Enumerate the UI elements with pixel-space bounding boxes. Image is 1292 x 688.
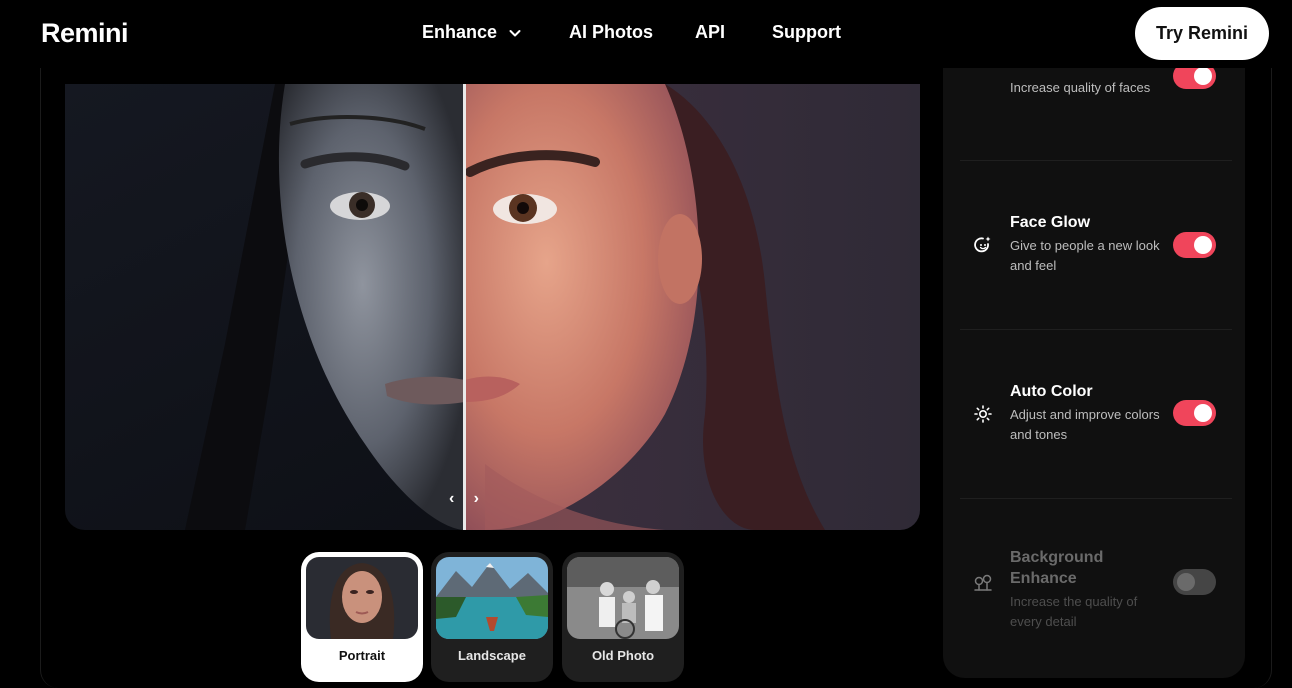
background-enhance-toggle[interactable] xyxy=(1173,569,1216,595)
chevron-right-icon: › xyxy=(473,490,479,507)
before-after-comparison[interactable]: ‹ › xyxy=(65,84,920,530)
sun-icon xyxy=(974,405,992,423)
feature-face-enhance: Increase quality of faces xyxy=(943,68,1245,160)
auto-color-toggle[interactable] xyxy=(1173,400,1216,426)
feature-description: Adjust and improve colors and tones xyxy=(1010,407,1160,442)
portrait-thumbnail-image xyxy=(306,557,418,639)
feature-description: Increase the quality of every detail xyxy=(1010,594,1138,629)
toggle-knob xyxy=(1194,236,1212,254)
chevron-down-icon xyxy=(509,29,521,36)
feature-title: Background Enhance xyxy=(1010,549,1104,587)
sparkle-circle-icon xyxy=(974,236,991,253)
old-photo-thumbnail-image xyxy=(567,557,679,639)
nav-ai-photos-link[interactable]: AI Photos xyxy=(569,22,653,43)
face-glow-toggle[interactable] xyxy=(1173,232,1216,258)
thumbnail-old-photo[interactable]: Old Photo xyxy=(562,552,684,682)
toggle-knob xyxy=(1177,573,1195,591)
face-enhance-toggle[interactable] xyxy=(1173,68,1216,89)
portrait-image xyxy=(65,84,920,530)
feature-auto-color: Auto Color Adjust and improve colors and… xyxy=(943,330,1245,498)
try-remini-button[interactable]: Try Remini xyxy=(1135,7,1269,60)
nav-api-link[interactable]: API xyxy=(695,22,725,43)
thumbnail-label: Portrait xyxy=(338,648,386,663)
feature-title: Face Glow xyxy=(1010,214,1091,231)
remini-logo[interactable]: Remini xyxy=(41,18,129,49)
comparison-slider-handle[interactable]: ‹ › xyxy=(449,490,479,508)
thumbnail-label: Old Photo xyxy=(591,648,655,663)
feature-description: Increase quality of faces xyxy=(1010,80,1151,95)
enhancement-options-panel: Increase quality of faces Face Glow Give… xyxy=(943,68,1245,678)
feature-title: Auto Color xyxy=(1010,383,1093,400)
nav-support-link[interactable]: Support xyxy=(772,22,841,43)
thumbnail-label: Landscape xyxy=(458,648,526,663)
top-navigation: Remini Enhance AI Photos API Support Try… xyxy=(0,0,1292,68)
trees-icon xyxy=(974,574,992,591)
thumbnail-landscape[interactable]: Landscape xyxy=(431,552,553,682)
chevron-left-icon: ‹ xyxy=(449,490,455,507)
landscape-thumbnail-image xyxy=(436,557,548,639)
toggle-knob xyxy=(1194,404,1212,422)
thumbnail-portrait[interactable]: Portrait xyxy=(301,552,423,682)
nav-enhance-dropdown[interactable]: Enhance xyxy=(422,22,523,43)
feature-face-glow: Face Glow Give to people a new look and … xyxy=(943,161,1245,329)
comparison-divider[interactable] xyxy=(463,84,466,530)
feature-description: Give to people a new look and feel xyxy=(1010,238,1160,273)
nav-enhance-label: Enhance xyxy=(422,22,498,42)
toggle-knob xyxy=(1194,68,1212,85)
feature-background-enhance: Background Enhance Increase the quality … xyxy=(943,499,1245,678)
